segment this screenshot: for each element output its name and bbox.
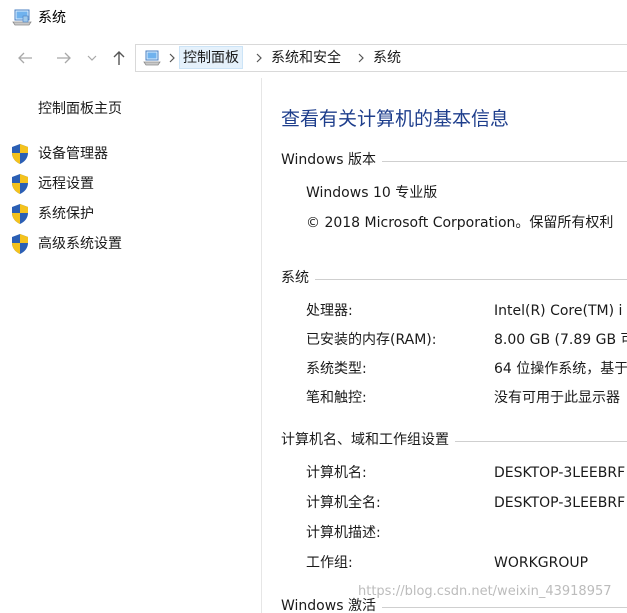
- computer-name-value: DESKTOP-3LEEBRF: [494, 465, 626, 481]
- breadcrumb-control-panel[interactable]: 控制面板: [179, 46, 243, 69]
- section-windows-edition: Windows 版本: [281, 151, 627, 169]
- pen-touch-label: 笔和触控:: [306, 390, 367, 406]
- address-bar[interactable]: 控制面板 系统和安全 系统: [135, 44, 627, 72]
- workgroup-value: WORKGROUP: [494, 555, 589, 571]
- arrow-left-icon: [18, 52, 32, 64]
- computer-name-label: 计算机名:: [306, 465, 367, 481]
- sidebar-item-device-manager[interactable]: 设备管理器: [10, 143, 250, 167]
- section-computer-name: 计算机名、域和工作组设置: [281, 431, 627, 449]
- system-type-value: 64 位操作系统，基于: [494, 361, 627, 377]
- ram-value: 8.00 GB (7.89 GB 可: [494, 332, 627, 348]
- title-bar: 系统: [0, 0, 627, 38]
- computer-description-label: 计算机描述:: [306, 525, 381, 541]
- copyright-text: © 2018 Microsoft Corporation。保留所有权利: [306, 215, 614, 231]
- forward-button[interactable]: [53, 46, 75, 70]
- main-content: 查看有关计算机的基本信息 Windows 版本 Windows 10 专业版 ©…: [281, 78, 627, 613]
- section-divider: [381, 606, 627, 608]
- section-heading: 系统: [281, 270, 309, 286]
- section-heading: Windows 版本: [281, 152, 376, 168]
- full-computer-name-label: 计算机全名:: [306, 495, 381, 511]
- control-panel-home-link[interactable]: 控制面板主页: [38, 100, 122, 118]
- window-title: 系统: [38, 10, 66, 26]
- ram-label: 已安装的内存(RAM):: [306, 332, 437, 348]
- recent-locations-button[interactable]: [84, 46, 100, 70]
- sidebar-item-system-protection[interactable]: 系统保护: [10, 203, 250, 227]
- back-button[interactable]: [14, 46, 36, 70]
- breadcrumb-separator-icon[interactable]: [356, 50, 366, 66]
- breadcrumb-separator-icon[interactable]: [254, 50, 264, 66]
- arrow-right-icon: [57, 52, 71, 64]
- system-window: 系统 控制面板 系统和安全 系统 控制面板主页 设备管理器 远程设置 系统保护 …: [0, 0, 627, 613]
- pen-touch-value: 没有可用于此显示器: [494, 390, 620, 406]
- system-type-label: 系统类型:: [306, 361, 367, 377]
- arrow-up-icon: [113, 51, 125, 65]
- breadcrumb-separator-icon[interactable]: [167, 50, 177, 66]
- section-divider: [381, 160, 627, 162]
- section-system: 系统: [281, 269, 627, 287]
- section-heading: 计算机名、域和工作组设置: [281, 432, 449, 448]
- sidebar-item-label: 远程设置: [38, 176, 94, 192]
- sidebar-item-label: 系统保护: [38, 206, 94, 222]
- breadcrumb-system[interactable]: 系统: [373, 50, 401, 67]
- sidebar-item-advanced-system-settings[interactable]: 高级系统设置: [10, 233, 250, 257]
- windows-edition-name: Windows 10 专业版: [306, 185, 438, 201]
- computer-icon: [12, 9, 32, 27]
- sidebar-item-remote-settings[interactable]: 远程设置: [10, 173, 250, 197]
- sidebar: 控制面板主页 设备管理器 远程设置 系统保护 高级系统设置: [0, 78, 262, 613]
- section-divider: [455, 440, 627, 442]
- workgroup-label: 工作组:: [306, 555, 353, 571]
- shield-icon: [10, 203, 30, 225]
- watermark-text: https://blog.csdn.net/weixin_43918957: [358, 584, 612, 599]
- computer-icon: [143, 50, 161, 66]
- section-divider: [315, 278, 627, 280]
- full-computer-name-value: DESKTOP-3LEEBRF: [494, 495, 626, 511]
- page-title: 查看有关计算机的基本信息: [281, 108, 510, 130]
- sidebar-item-label: 高级系统设置: [38, 236, 122, 252]
- navigation-bar: 控制面板 系统和安全 系统: [0, 44, 627, 72]
- processor-value: Intel(R) Core(TM) i: [494, 303, 623, 319]
- shield-icon: [10, 173, 30, 195]
- shield-icon: [10, 143, 30, 165]
- processor-label: 处理器:: [306, 303, 353, 319]
- breadcrumb-system-and-security[interactable]: 系统和安全: [271, 50, 341, 67]
- shield-icon: [10, 233, 30, 255]
- sidebar-item-label: 设备管理器: [38, 146, 108, 162]
- chevron-down-icon: [87, 55, 97, 61]
- up-button[interactable]: [108, 46, 130, 70]
